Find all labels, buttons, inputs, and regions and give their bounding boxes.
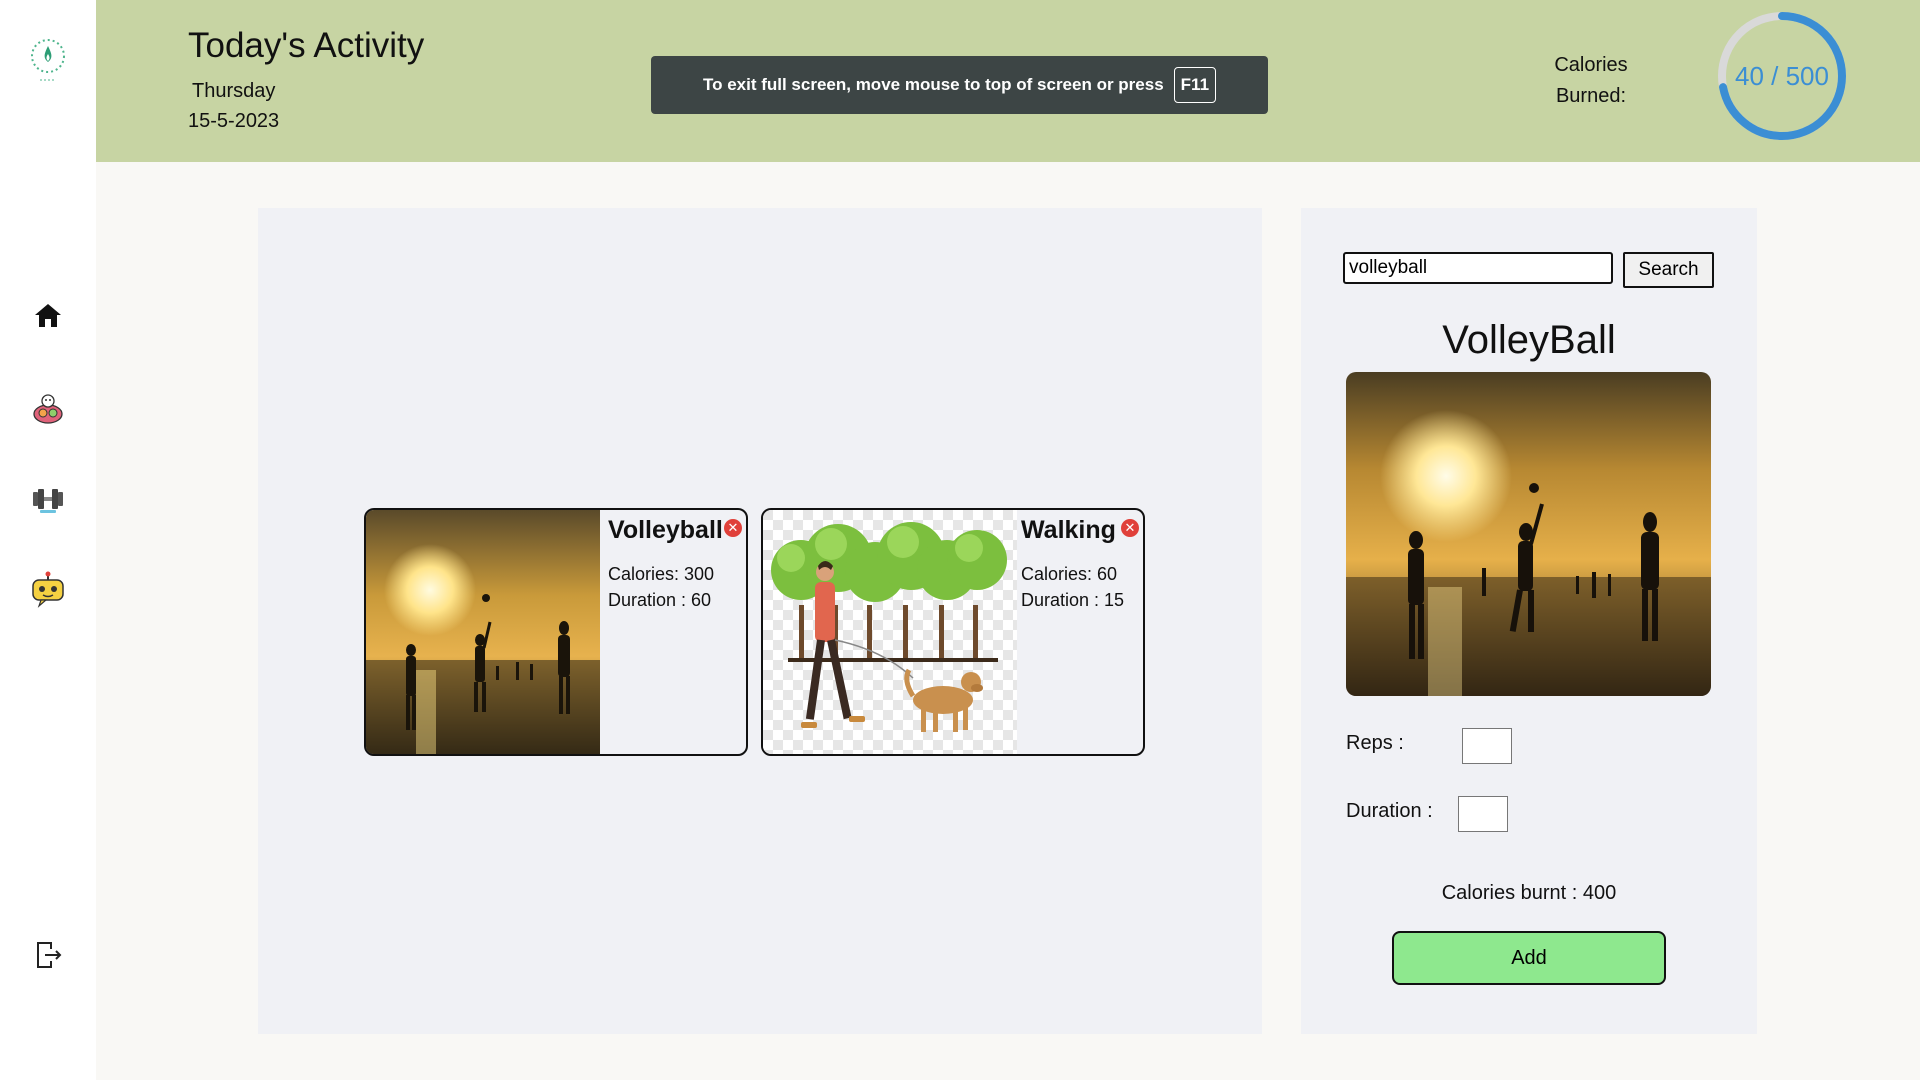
app-logo bbox=[26, 32, 70, 84]
workout-nav-button[interactable] bbox=[28, 481, 68, 521]
remove-activity-button[interactable]: ✕ bbox=[1121, 519, 1139, 537]
activity-list-panel: Volleyball ✕ Calories: 300 Duration : 60 bbox=[258, 208, 1262, 1034]
fullscreen-key: F11 bbox=[1173, 67, 1217, 103]
robot-icon bbox=[29, 571, 67, 614]
reps-label: Reps : bbox=[1346, 732, 1404, 754]
header: Today's Activity Thursday 15-5-2023 To e… bbox=[96, 0, 1920, 162]
activity-calories: Calories: 300 bbox=[608, 564, 715, 584]
calories-progress-text: 40 / 500 bbox=[1735, 60, 1829, 91]
assistant-nav-button[interactable] bbox=[28, 571, 68, 614]
page-title: Today's Activity bbox=[188, 26, 425, 65]
activity-name: Volleyball bbox=[608, 516, 723, 544]
activity-card[interactable]: Walking ✕ Calories: 60 Duration : 15 bbox=[761, 508, 1145, 756]
sidebar bbox=[0, 0, 96, 1080]
volleyball-image bbox=[366, 510, 600, 754]
activity-duration: Duration : 60 bbox=[608, 590, 712, 610]
duration-input[interactable] bbox=[1458, 796, 1508, 832]
activity-calories: Calories: 60 bbox=[1021, 564, 1118, 584]
activity-detail-panel: Search VolleyBall bbox=[1301, 208, 1757, 1034]
duration-label: Duration : bbox=[1346, 800, 1433, 822]
add-activity-button[interactable]: Add bbox=[1392, 931, 1666, 985]
activity-detail-image bbox=[1346, 372, 1711, 696]
activity-duration: Duration : 15 bbox=[1021, 590, 1125, 610]
food-icon bbox=[31, 391, 65, 430]
logout-icon bbox=[34, 940, 62, 975]
reps-input[interactable] bbox=[1462, 728, 1512, 764]
logout-button[interactable] bbox=[28, 937, 68, 977]
calories-burned-label: Calories Burned: bbox=[1554, 54, 1628, 107]
dumbbell-icon bbox=[30, 484, 66, 519]
weekday-label: Thursday bbox=[192, 80, 276, 102]
remove-activity-button[interactable]: ✕ bbox=[724, 519, 742, 537]
date-label: 15-5-2023 bbox=[188, 110, 280, 132]
home-nav-button[interactable] bbox=[28, 297, 68, 337]
close-icon: ✕ bbox=[1124, 520, 1136, 535]
fullscreen-banner: To exit full screen, move mouse to top o… bbox=[651, 56, 1268, 114]
close-icon: ✕ bbox=[727, 520, 739, 535]
activity-card[interactable]: Volleyball ✕ Calories: 300 Duration : 60 bbox=[364, 508, 748, 756]
activity-name: Walking bbox=[1021, 516, 1116, 544]
search-input[interactable] bbox=[1343, 252, 1613, 284]
activity-detail-title: VolleyBall bbox=[1442, 318, 1616, 362]
home-icon bbox=[34, 302, 62, 333]
search-button[interactable]: Search bbox=[1623, 252, 1714, 288]
walking-image bbox=[763, 510, 1017, 754]
fullscreen-banner-text: To exit full screen, move mouse to top o… bbox=[702, 75, 1164, 94]
calories-burnt-text: Calories burnt : 400 bbox=[1441, 882, 1617, 904]
food-nav-button[interactable] bbox=[28, 390, 68, 430]
